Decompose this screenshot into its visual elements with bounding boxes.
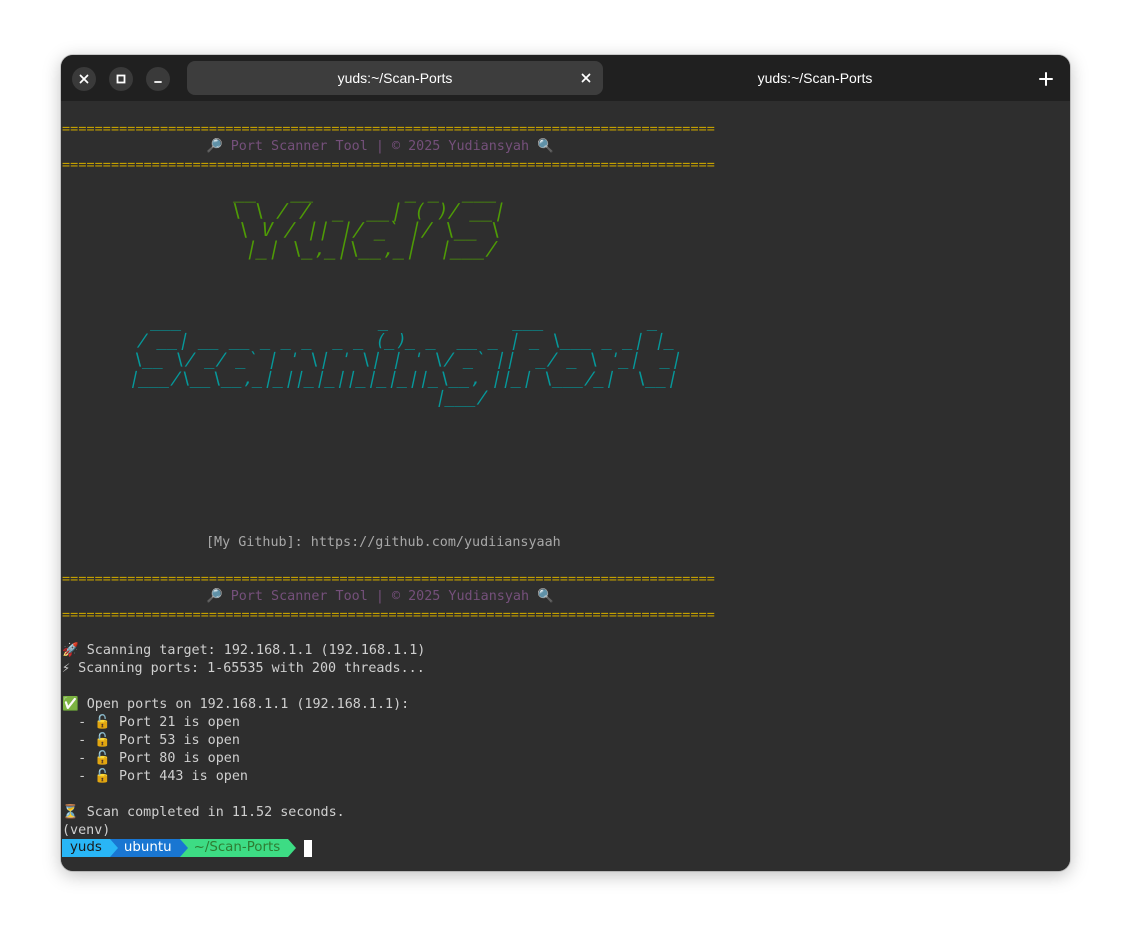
header-line: 🔎 Port Scanner Tool | © 2025 Yudiansyah … bbox=[206, 589, 554, 604]
separator-line: ========================================… bbox=[62, 158, 715, 173]
close-window-button[interactable] bbox=[72, 67, 96, 91]
separator-line: ========================================… bbox=[62, 122, 715, 137]
prompt-path: ~/Scan-Ports bbox=[193, 840, 281, 855]
scan-target-line: 🚀 Scanning target: 192.168.1.1 (192.168.… bbox=[62, 643, 426, 658]
open-port-item: - 🔓 Port 21 is open bbox=[62, 715, 240, 730]
separator-line: ========================================… bbox=[62, 572, 715, 587]
terminal-output[interactable]: ========================================… bbox=[61, 101, 1070, 871]
powerline-arrow-icon bbox=[288, 839, 297, 857]
separator-line: ========================================… bbox=[62, 608, 715, 623]
venv-indicator: (venv) bbox=[62, 823, 111, 838]
scan-completed-line: ⏳ Scan completed in 11.52 seconds. bbox=[62, 805, 345, 820]
close-tab-icon[interactable] bbox=[579, 71, 593, 85]
open-port-item: - 🔓 Port 443 is open bbox=[62, 769, 248, 784]
ascii-art-yuds: __ __ _ _ ___ \ \ / / _ __| ( )/ __| \ V… bbox=[220, 181, 513, 260]
title-bar: yuds:~/Scan-Ports yuds:~/Scan-Ports bbox=[61, 55, 1070, 101]
tab-active[interactable]: yuds:~/Scan-Ports bbox=[187, 61, 603, 95]
tab-title: yuds:~/Scan-Ports bbox=[757, 70, 873, 86]
powerline-arrow-icon bbox=[179, 839, 188, 857]
github-link: [My Github]: https://github.com/yudiians… bbox=[206, 535, 561, 550]
terminal-window: yuds:~/Scan-Ports yuds:~/Scan-Ports ====… bbox=[61, 55, 1070, 871]
shell-prompt[interactable]: yuds ubuntu ~/Scan-Ports bbox=[62, 839, 313, 857]
prompt-user-segment: yuds bbox=[62, 839, 118, 857]
prompt-host: ubuntu bbox=[123, 840, 172, 855]
terminal-cursor bbox=[304, 839, 313, 857]
minimize-icon bbox=[154, 81, 162, 83]
header-line: 🔎 Port Scanner Tool | © 2025 Yudiansyah … bbox=[206, 139, 554, 154]
open-port-item: - 🔓 Port 53 is open bbox=[62, 733, 240, 748]
new-tab-icon[interactable] bbox=[1037, 70, 1055, 88]
prompt-host-segment: ubuntu bbox=[109, 839, 188, 857]
tab-title: yuds:~/Scan-Ports bbox=[337, 70, 453, 86]
close-icon bbox=[79, 74, 89, 84]
prompt-path-segment: ~/Scan-Ports bbox=[179, 839, 297, 857]
open-ports-header: ✅ Open ports on 192.168.1.1 (192.168.1.1… bbox=[62, 697, 410, 712]
ascii-art-scanning-port: ___ _ ___ _ / __| __ __ _ _ _ _ _ (_)_ _… bbox=[112, 312, 693, 408]
scan-ports-line: ⚡ Scanning ports: 1-65535 with 200 threa… bbox=[62, 661, 425, 676]
tab-inactive[interactable]: yuds:~/Scan-Ports bbox=[605, 61, 1025, 95]
open-port-item: - 🔓 Port 80 is open bbox=[62, 751, 240, 766]
minimize-window-button[interactable] bbox=[146, 67, 170, 91]
prompt-user: yuds bbox=[70, 840, 102, 855]
maximize-window-button[interactable] bbox=[109, 67, 133, 91]
maximize-icon bbox=[116, 74, 126, 84]
powerline-arrow-icon bbox=[109, 839, 118, 857]
